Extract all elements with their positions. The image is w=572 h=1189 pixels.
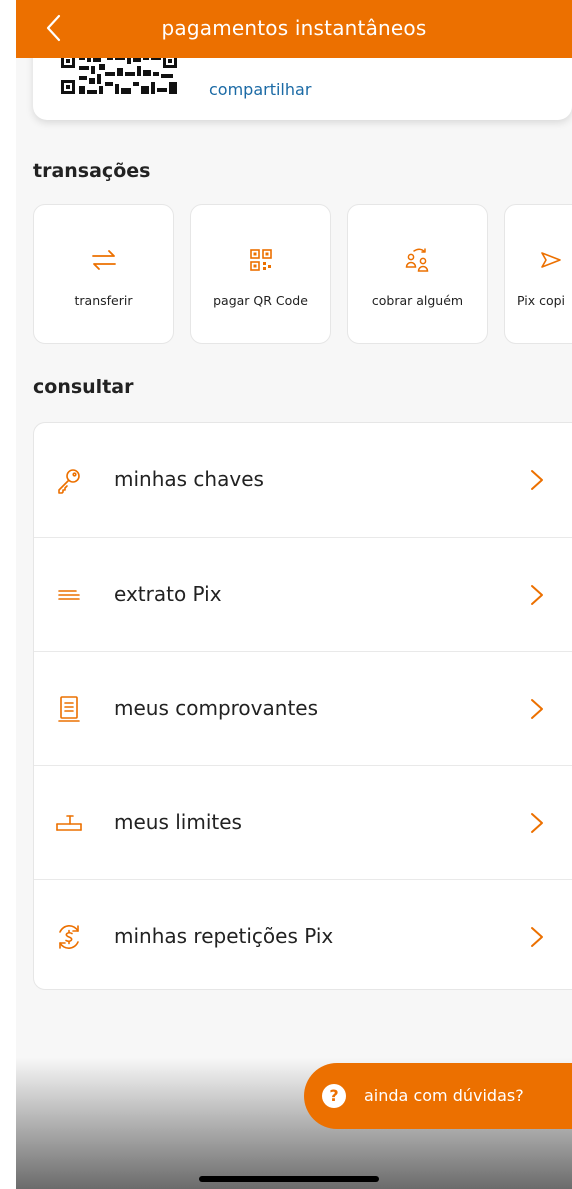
transfer-arrows-icon bbox=[91, 250, 116, 270]
limit-slider-icon bbox=[56, 815, 82, 831]
share-link[interactable]: compartilhar bbox=[209, 80, 311, 99]
home-indicator[interactable] bbox=[199, 1176, 379, 1182]
list-item-my-keys[interactable]: minhas chaves bbox=[34, 423, 572, 537]
request-tile[interactable]: cobrar alguém bbox=[347, 204, 488, 344]
consult-list: minhas chaves extrato Pix meus comprovan… bbox=[33, 422, 572, 990]
consult-heading: consultar bbox=[33, 376, 134, 398]
chevron-right-icon bbox=[531, 470, 543, 490]
page-title: pagamentos instantâneos bbox=[161, 16, 427, 40]
chevron-right-icon bbox=[531, 813, 543, 833]
recurring-money-icon bbox=[59, 925, 79, 949]
my-limits-label: meus limites bbox=[114, 810, 242, 834]
pay-qr-tile[interactable]: pagar QR Code bbox=[190, 204, 331, 344]
list-item-pix-repetitions[interactable]: minhas repetições Pix bbox=[34, 879, 572, 994]
chevron-right-icon bbox=[531, 927, 543, 947]
pix-copy-paste-tile[interactable]: Pix copi bbox=[504, 204, 572, 344]
app-screen: pagamentos instantâneos ··· · bbox=[16, 0, 572, 1189]
pix-copy-paste-label: Pix copi bbox=[517, 293, 566, 308]
transfer-tile[interactable]: transferir bbox=[33, 204, 174, 344]
pix-statement-label: extrato Pix bbox=[114, 582, 222, 606]
transactions-carousel[interactable]: transferir pagar QR Code cobrar alguém P… bbox=[33, 204, 572, 346]
help-label: ainda com dúvidas? bbox=[364, 1086, 524, 1105]
list-item-my-limits[interactable]: meus limites bbox=[34, 765, 572, 880]
qr-code-image bbox=[59, 52, 181, 98]
chevron-right-icon bbox=[531, 699, 543, 719]
request-people-icon bbox=[405, 248, 428, 272]
help-button[interactable]: ? ainda com dúvidas? bbox=[304, 1063, 572, 1129]
chevron-right-icon bbox=[531, 585, 543, 605]
top-bar: pagamentos instantâneos bbox=[16, 0, 572, 58]
pix-repetitions-label: minhas repetições Pix bbox=[114, 924, 334, 948]
my-keys-label: minhas chaves bbox=[114, 467, 264, 491]
transfer-label: transferir bbox=[74, 293, 133, 308]
question-icon: ? bbox=[322, 1084, 346, 1108]
key-icon bbox=[58, 469, 80, 494]
pay-qr-label: pagar QR Code bbox=[213, 293, 308, 308]
statement-lines-icon bbox=[58, 590, 80, 600]
qr-code-icon bbox=[249, 249, 272, 271]
receipt-icon bbox=[58, 696, 80, 722]
my-receipts-label: meus comprovantes bbox=[114, 696, 319, 720]
transactions-heading: transações bbox=[33, 160, 151, 182]
list-item-my-receipts[interactable]: meus comprovantes bbox=[34, 651, 572, 766]
list-item-pix-statement[interactable]: extrato Pix bbox=[34, 537, 572, 652]
request-label: cobrar alguém bbox=[371, 293, 464, 308]
copy-paste-icon bbox=[541, 252, 561, 268]
